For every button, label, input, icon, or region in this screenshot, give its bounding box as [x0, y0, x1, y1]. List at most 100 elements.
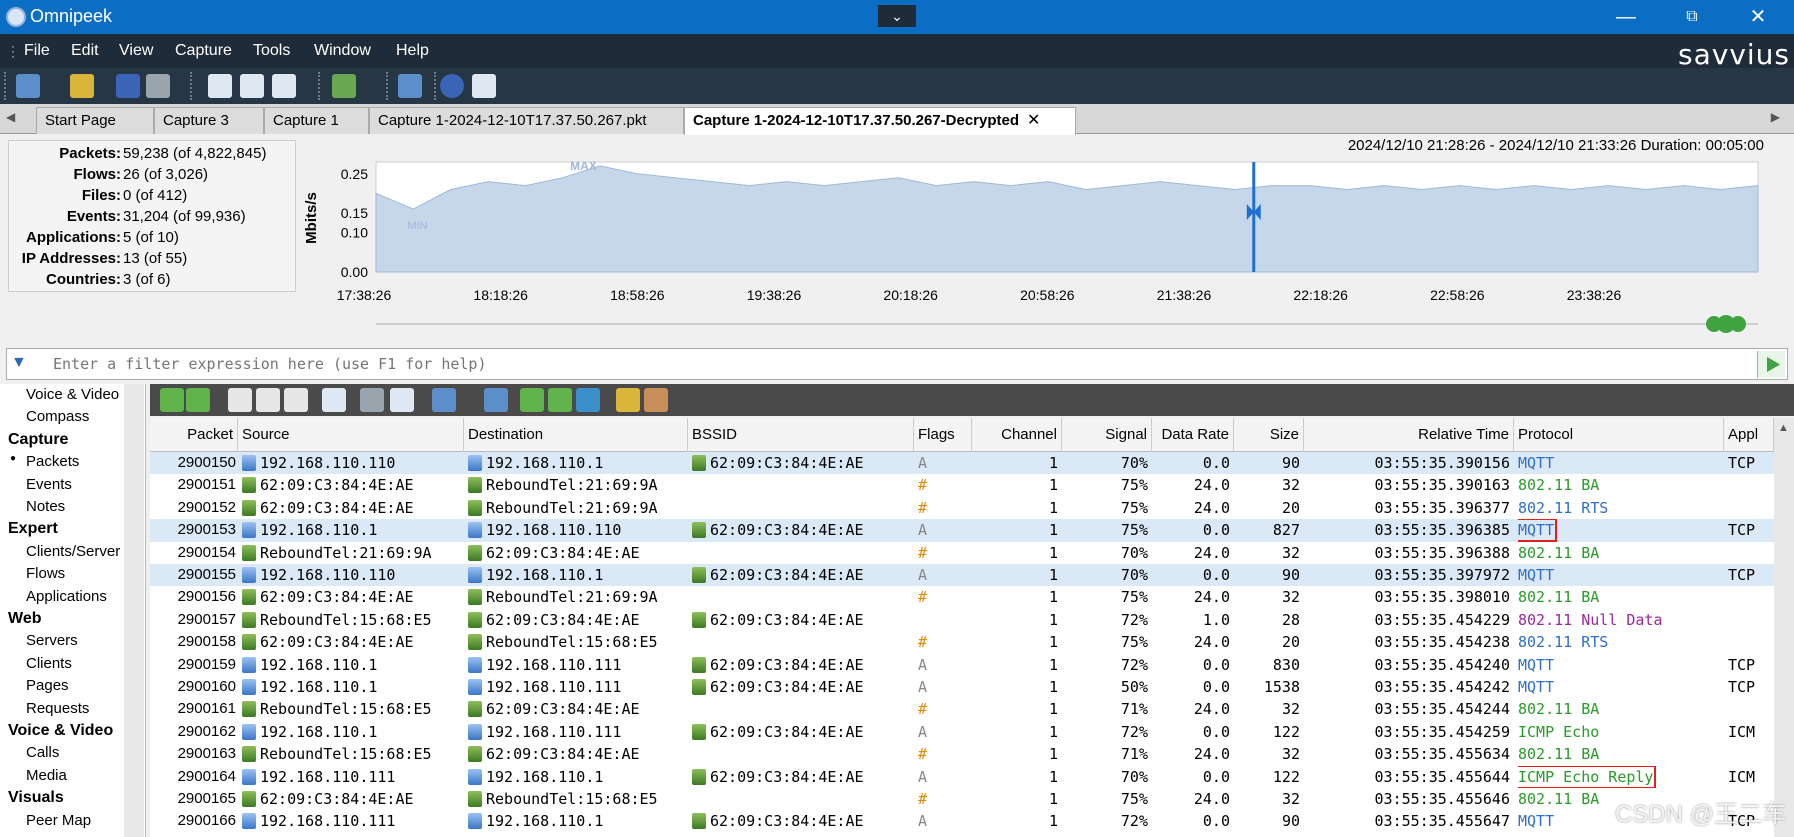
nav-item-applications[interactable]: Applications: [26, 588, 107, 605]
nav-section-capture[interactable]: Capture: [8, 431, 68, 449]
menu-view[interactable]: View: [119, 42, 153, 60]
table-row[interactable]: 2900157 ReboundTel:15:68:E5 62:09:C3:84:4E…: [150, 609, 1774, 631]
columns-icon[interactable]: [322, 388, 346, 412]
edit-icon[interactable]: [616, 388, 640, 412]
zoom-handle-icon[interactable]: [1706, 315, 1746, 333]
packet-table-scrollbar[interactable]: ▲: [1774, 418, 1794, 837]
table-row[interactable]: 2900164 192.168.110.111 192.168.110.1 62:09…: [150, 765, 1774, 788]
table-row[interactable]: 2900154 ReboundTel:21:69:9A 62:09:C3:84:4E…: [150, 542, 1774, 564]
list-view-icon[interactable]: [228, 388, 252, 412]
hex-view-icon[interactable]: [284, 388, 308, 412]
col-relative-time[interactable]: Relative Time: [1304, 418, 1514, 452]
table-row[interactable]: 2900153 192.168.110.1 192.168.110.110 62:09…: [150, 519, 1774, 542]
table-row[interactable]: 2900155 192.168.110.110 192.168.110.1 62:09…: [150, 564, 1774, 587]
nav-section-web[interactable]: Web: [8, 610, 41, 628]
col-flags[interactable]: Flags: [914, 418, 972, 452]
menu-file[interactable]: File: [24, 42, 50, 60]
table-row[interactable]: 2900156 62:09:C3:84:4E:AE ReboundTel:21:69…: [150, 586, 1774, 608]
filter-doc-icon[interactable]: [240, 74, 264, 98]
nav-item-clients-server[interactable]: Clients/Server: [26, 543, 120, 560]
nav-item-packets[interactable]: ● Packets: [10, 453, 79, 470]
utilization-graph[interactable]: 0.25 0.15 0.10 0.00 17:38:26 18:18:26 18:58:2…: [296, 158, 1766, 348]
menu-capture[interactable]: Capture: [175, 42, 232, 60]
nav-item-voice-video[interactable]: Voice & Video: [26, 386, 119, 403]
tab-capture-pkt[interactable]: Capture 1-2024-12-10T17.37.50.267.pkt: [369, 107, 684, 134]
nav-item-requests[interactable]: Requests: [26, 700, 89, 717]
table-row[interactable]: 2900150 192.168.110.110 192.168.110.1 62:09…: [150, 452, 1774, 475]
col-protocol[interactable]: Protocol: [1514, 418, 1724, 452]
col-size[interactable]: Size: [1234, 418, 1304, 452]
col-bssid[interactable]: BSSID: [688, 418, 914, 452]
filter-funnel-icon[interactable]: ▼: [11, 354, 27, 372]
tab-capture-3[interactable]: Capture 3: [154, 107, 264, 134]
open-folder-icon[interactable]: [70, 74, 94, 98]
back-arrow-icon[interactable]: [160, 388, 184, 412]
menu-window[interactable]: Window: [314, 42, 371, 60]
split-view-icon[interactable]: [390, 388, 414, 412]
table-row[interactable]: 2900162 192.168.110.1 192.168.110.111 62:09…: [150, 721, 1774, 743]
col-source[interactable]: Source: [238, 418, 464, 452]
nav-item-compass[interactable]: Compass: [26, 408, 89, 425]
menu-help[interactable]: Help: [396, 42, 429, 60]
table-row[interactable]: 2900151 62:09:C3:84:4E:AE ReboundTel:21:69…: [150, 474, 1774, 496]
nav-item-media[interactable]: Media: [26, 767, 67, 784]
nav-scrollbar[interactable]: [124, 384, 144, 837]
col-signal[interactable]: Signal: [1062, 418, 1152, 452]
report-icon[interactable]: [272, 74, 296, 98]
nav-section-visuals[interactable]: Visuals: [8, 789, 64, 807]
clear-icon[interactable]: [644, 388, 668, 412]
filter-icon[interactable]: [432, 388, 456, 412]
nav-item-clients[interactable]: Clients: [26, 655, 72, 672]
tabs-scroll-left-icon[interactable]: ◀: [6, 110, 15, 124]
table-row[interactable]: 2900166 192.168.110.111 192.168.110.1 62:09…: [150, 810, 1774, 832]
table-row[interactable]: 2900160 192.168.110.1 192.168.110.111 62:09…: [150, 676, 1774, 698]
tab-capture-1[interactable]: Capture 1: [264, 107, 369, 134]
col-data-rate[interactable]: Data Rate: [1152, 418, 1234, 452]
add-node-icon[interactable]: [520, 388, 544, 412]
col-channel[interactable]: Channel: [972, 418, 1062, 452]
col-destination[interactable]: Destination: [464, 418, 688, 452]
nav-section-voice-video[interactable]: Voice & Video: [8, 722, 113, 740]
nav-item-flows[interactable]: Flows: [26, 565, 65, 582]
menu-edit[interactable]: Edit: [71, 42, 99, 60]
close-tab-icon[interactable]: ✕: [1027, 112, 1040, 129]
scroll-up-icon[interactable]: ▲: [1778, 422, 1789, 434]
globe-icon[interactable]: [576, 388, 600, 412]
table-row[interactable]: 2900158 62:09:C3:84:4E:AE ReboundTel:15:68…: [150, 631, 1774, 653]
nav-item-notes[interactable]: Notes: [26, 498, 65, 515]
col-application[interactable]: Appl: [1724, 418, 1774, 452]
close-button[interactable]: ✕: [1730, 0, 1786, 34]
nav-item-servers[interactable]: Servers: [26, 632, 78, 649]
tab-capture-decrypted[interactable]: Capture 1-2024-12-10T17.37.50.267-Decryp…: [684, 107, 1076, 135]
new-capture-icon[interactable]: [208, 74, 232, 98]
table-row[interactable]: 2900159 192.168.110.1 192.168.110.111 62:09…: [150, 654, 1774, 676]
forward-arrow-icon[interactable]: [186, 388, 210, 412]
nav-section-expert[interactable]: Expert: [8, 520, 58, 538]
table-row[interactable]: 2900165 62:09:C3:84:4E:AE ReboundTel:15:68…: [150, 788, 1774, 810]
recycle-icon[interactable]: [332, 74, 356, 98]
table-row[interactable]: 2900152 62:09:C3:84:4E:AE ReboundTel:21:69…: [150, 497, 1774, 519]
flow-icon[interactable]: [484, 388, 508, 412]
decode-view-icon[interactable]: [256, 388, 280, 412]
col-packet[interactable]: Packet: [150, 418, 238, 452]
nav-item-pages[interactable]: Pages: [26, 677, 69, 694]
print-icon[interactable]: [146, 74, 170, 98]
tabs-scroll-right-icon[interactable]: ▶: [1771, 110, 1780, 124]
refresh-icon[interactable]: [472, 74, 496, 98]
find-icon[interactable]: [360, 388, 384, 412]
filter-expression-input[interactable]: [53, 352, 1743, 376]
options-icon[interactable]: [398, 74, 422, 98]
node-link-icon[interactable]: [548, 388, 572, 412]
chevron-down-icon[interactable]: ⌄: [878, 5, 916, 27]
save-icon[interactable]: [116, 74, 140, 98]
nav-item-peer-map[interactable]: Peer Map: [26, 812, 91, 829]
help-icon[interactable]: [440, 74, 464, 98]
nav-item-calls[interactable]: Calls: [26, 744, 59, 761]
menu-tools[interactable]: Tools: [253, 42, 290, 60]
apply-filter-button[interactable]: [1757, 351, 1785, 378]
maximize-button[interactable]: ⧉: [1664, 0, 1720, 34]
minimize-button[interactable]: —: [1598, 0, 1654, 34]
search-icon[interactable]: [16, 74, 40, 98]
nav-item-events[interactable]: Events: [26, 476, 72, 493]
tab-start-page[interactable]: Start Page: [36, 107, 154, 134]
